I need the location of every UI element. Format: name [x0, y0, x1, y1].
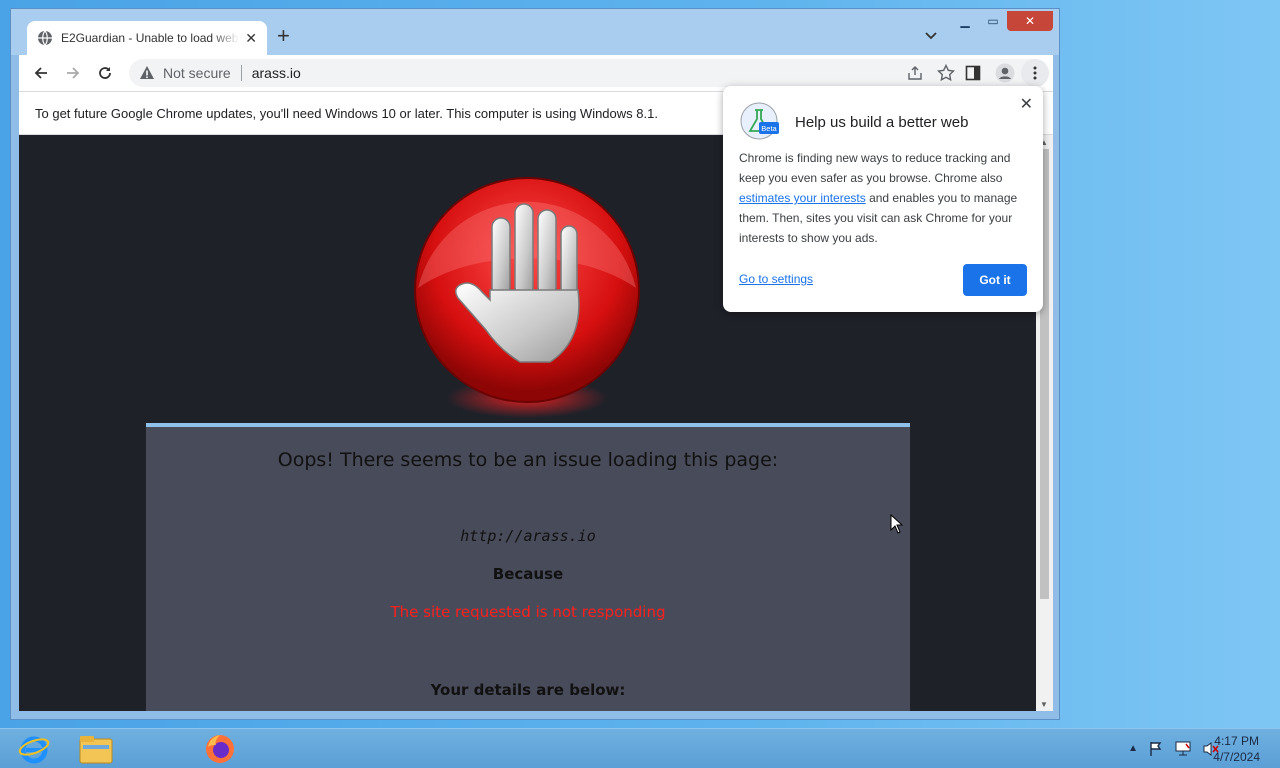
clock-time: 4:17 PM	[1214, 734, 1259, 748]
url-text[interactable]: arass.io	[252, 65, 301, 81]
stop-hand-icon	[414, 177, 640, 418]
omnibox-separator	[240, 65, 242, 81]
popup-title: Help us build a better web	[795, 114, 969, 131]
browser-tab[interactable]: E2Guardian - Unable to load web ✕	[27, 21, 267, 55]
bookmark-star-icon[interactable]	[937, 64, 955, 82]
new-tab-button[interactable]: +	[277, 25, 290, 47]
title-bar: E2Guardian - Unable to load web ✕ + ▁ ▭ …	[11, 9, 1059, 55]
taskbar-clock[interactable]: 4:17 PM 4/7/2024	[1213, 733, 1260, 765]
system-tray: ▲	[1128, 741, 1220, 757]
popup-close-icon[interactable]: ✕	[1020, 94, 1033, 114]
back-icon[interactable]	[31, 63, 51, 83]
share-icon[interactable]	[907, 65, 923, 81]
mouse-cursor-icon	[890, 514, 904, 534]
taskbar: ▲ 4:17 PM 4/7/2024	[0, 728, 1280, 768]
close-window-button[interactable]: ✕	[1007, 11, 1053, 31]
error-headline: Oops! There seems to be an issue loading…	[277, 449, 779, 471]
security-label[interactable]: Not secure	[163, 65, 231, 81]
tab-close-icon[interactable]: ✕	[245, 30, 257, 47]
go-to-settings-link[interactable]: Go to settings	[739, 272, 813, 286]
internet-explorer-icon[interactable]	[14, 731, 54, 767]
menu-kebab-icon[interactable]	[1021, 59, 1049, 87]
error-reason: The site requested is not responding	[390, 603, 666, 621]
tab-title: E2Guardian - Unable to load web	[61, 31, 239, 45]
show-hidden-icons-icon[interactable]: ▲	[1128, 743, 1138, 757]
forward-icon[interactable]	[63, 63, 83, 83]
reload-icon[interactable]	[95, 63, 115, 83]
clock-date: 4/7/2024	[1213, 750, 1260, 764]
flag-icon[interactable]	[1148, 741, 1164, 757]
minimize-icon[interactable]: ▁	[951, 11, 979, 31]
profile-icon[interactable]	[995, 63, 1015, 83]
tab-search-icon[interactable]	[923, 27, 939, 43]
beta-badge: Beta	[761, 124, 777, 133]
popup-body: Chrome is finding new ways to reduce tra…	[739, 148, 1029, 248]
maximize-icon[interactable]: ▭	[979, 11, 1007, 31]
details-label: Your details are below:	[430, 681, 626, 699]
infobar-text: To get future Google Chrome updates, you…	[35, 105, 658, 121]
network-icon[interactable]	[1174, 741, 1192, 757]
globe-icon	[38, 30, 52, 46]
warning-icon[interactable]	[139, 65, 155, 81]
firefox-icon[interactable]	[200, 731, 240, 767]
scroll-down-icon[interactable]: ▼	[1040, 700, 1048, 709]
window-controls: ▁ ▭ ✕	[951, 11, 1053, 31]
privacy-sandbox-popup: Beta Help us build a better web ✕ Chrome…	[723, 86, 1043, 312]
beaker-beta-icon: Beta	[740, 102, 779, 140]
blocked-url: http://arass.io	[460, 527, 596, 545]
because-label: Because	[492, 565, 564, 583]
estimates-interests-link[interactable]: estimates your interests	[739, 191, 866, 205]
error-card: Oops! There seems to be an issue loading…	[146, 423, 910, 711]
address-bar[interactable]: Not secure arass.io	[129, 59, 1049, 87]
popup-body-text-1: Chrome is finding new ways to reduce tra…	[739, 151, 1011, 185]
side-panel-icon[interactable]	[965, 65, 981, 81]
file-explorer-icon[interactable]	[76, 731, 116, 767]
got-it-button[interactable]: Got it	[963, 264, 1027, 296]
